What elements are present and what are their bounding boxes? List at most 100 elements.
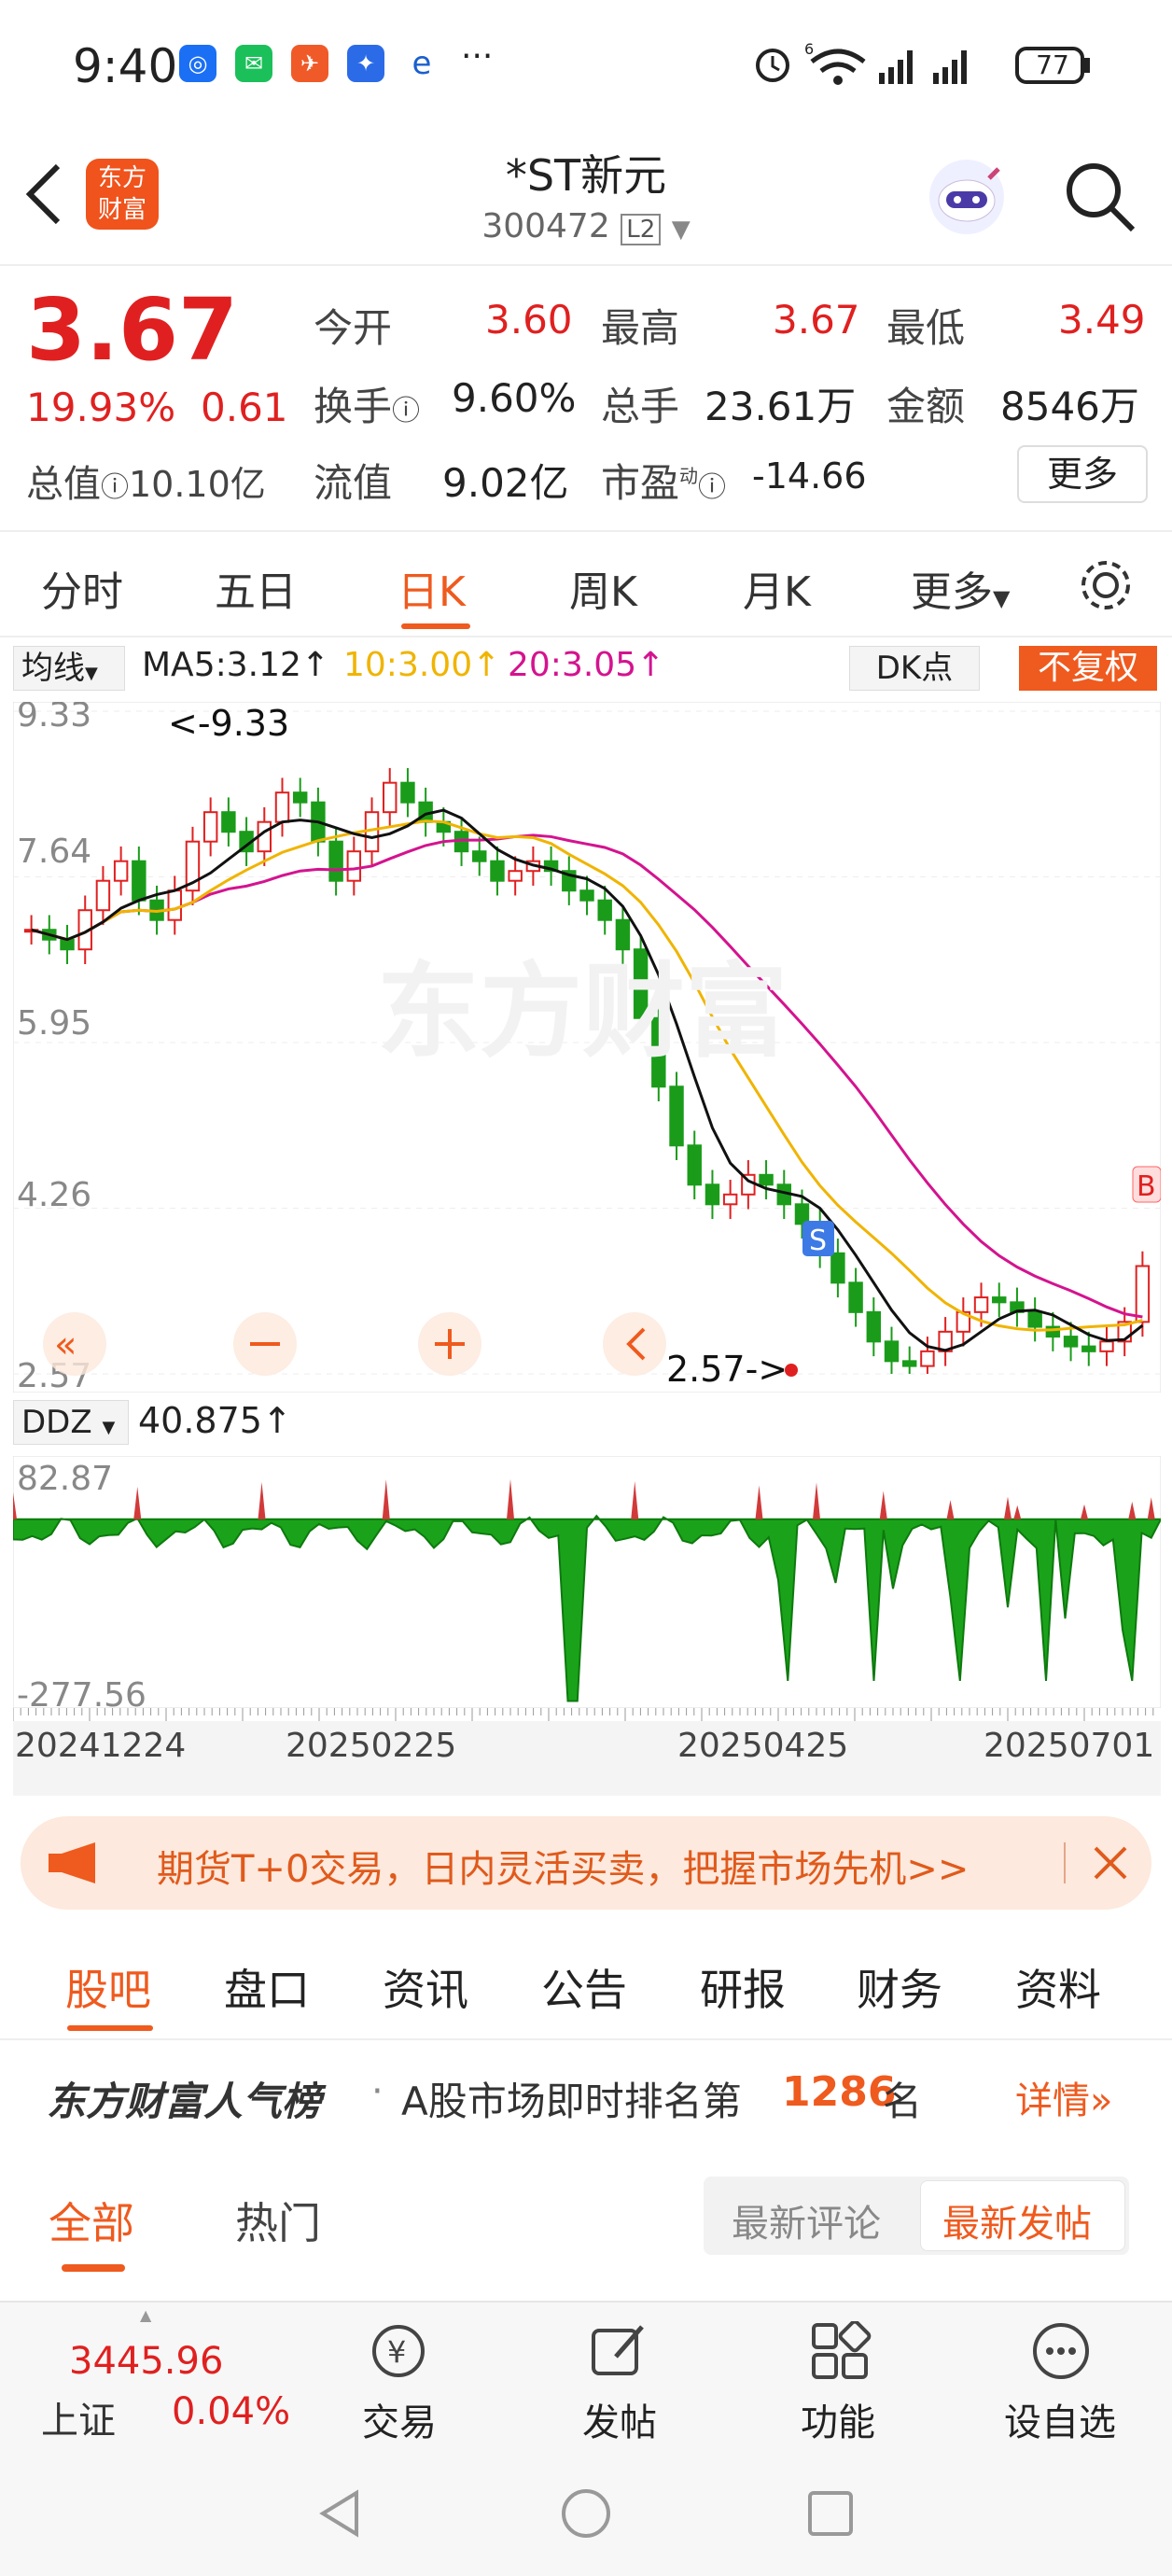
function-label[interactable]: 功能 (801, 2392, 875, 2446)
add-watchlist-icon[interactable] (1028, 2321, 1094, 2381)
sub-indicator-select[interactable]: DDZ ▼ (13, 1400, 129, 1445)
date-axis: 20241224 20250225 20250425 20250701 (13, 1721, 1161, 1796)
candle (328, 840, 343, 882)
trade-label[interactable]: 交易 (362, 2392, 437, 2446)
candle (490, 860, 505, 882)
tab-weekly-k[interactable]: 周K (569, 558, 637, 618)
tab-daily-k[interactable]: 日K (398, 558, 466, 618)
tab-profile[interactable]: 资料 (1015, 1956, 1101, 2018)
pe-label: 市盈动ⓘ (601, 460, 727, 506)
post-label[interactable]: 发帖 (582, 2392, 657, 2446)
tab-more[interactable]: 更多▼ (911, 558, 1010, 618)
watchlist-label[interactable]: 设自选 (1004, 2392, 1116, 2446)
index-value[interactable]: 3445.96 (69, 2340, 223, 2383)
feed-tab-all[interactable]: 全部 (49, 2190, 134, 2251)
search-icon[interactable] (1062, 159, 1138, 235)
max-annotation: <-9.33 (168, 703, 289, 744)
post-icon[interactable] (588, 2321, 653, 2381)
ddz-chart[interactable]: 82.87 -277.56 (13, 1456, 1161, 1708)
tab-monthly-k[interactable]: 月K (743, 558, 811, 618)
index-pct[interactable]: 0.04% (172, 2390, 290, 2433)
last-price: 3.67 (26, 280, 238, 380)
index-name[interactable]: 上证 (41, 2390, 116, 2444)
tab-news[interactable]: 资讯 (383, 1956, 468, 2018)
tab-guba[interactable]: 股吧 (65, 1956, 151, 2018)
low-label: 最低 (886, 305, 966, 351)
ddz-value: 40.875↑ (138, 1400, 292, 1441)
candle (759, 1173, 774, 1186)
settings-gear-icon[interactable] (1077, 556, 1135, 614)
trade-icon[interactable]: ¥ (366, 2321, 431, 2381)
high-label: 最高 (601, 305, 680, 351)
watermark: 东方财富 (377, 952, 788, 1071)
candle (866, 1310, 882, 1343)
feed-tab-hot[interactable]: 热门 (235, 2190, 321, 2251)
battery-level: 77 (1036, 49, 1069, 80)
tab-pankou[interactable]: 盘口 (224, 1956, 310, 2018)
open-label: 今开 (314, 305, 393, 351)
rank-detail-link[interactable]: 详情» (1015, 2070, 1112, 2124)
period-tabs: 分时 五日 日K 周K 月K 更多▼ (0, 530, 1172, 637)
turnover-label: 换手ⓘ (314, 384, 421, 429)
min-annotation: 2.57-> (666, 1349, 788, 1390)
system-nav-bar (0, 2448, 1172, 2576)
app-screen: { "status_bar":{"time":"9:40","battery":… (0, 0, 1172, 2576)
sort-latest-comment[interactable]: 最新评论 (732, 2193, 881, 2247)
candle (508, 870, 523, 882)
low-value: 3.49 (1058, 297, 1146, 343)
candle (1081, 1345, 1096, 1352)
status-bar: 9:40 ◎ ✉ ✈ ✦ e ··· 6 77 (0, 0, 1172, 131)
candle (597, 899, 612, 921)
sort-latest-post[interactable]: 最新发帖 (942, 2193, 1092, 2247)
zoom-out-icon (233, 1312, 297, 1376)
candle (722, 1193, 738, 1206)
nav-back-icon[interactable] (314, 2485, 370, 2541)
market-cap-label: 总值ⓘ10.10亿 (26, 463, 266, 506)
megaphone-icon (49, 1842, 95, 1883)
tab-announcements[interactable]: 公告 (541, 1956, 627, 2018)
candle (400, 781, 415, 804)
ddz-top-label: 82.87 (17, 1460, 113, 1498)
tab-intraday[interactable]: 分时 (41, 558, 123, 618)
candle (1099, 1340, 1114, 1352)
adjust-mode-button[interactable]: 不复权 (1019, 646, 1157, 691)
date-label-2: 20250225 (286, 1727, 457, 1765)
function-grid-icon[interactable] (808, 2321, 873, 2381)
tab-research[interactable]: 研报 (700, 1956, 786, 2018)
section-tab-indicator (67, 2025, 153, 2031)
fast-back-icon: « (43, 1312, 106, 1376)
close-icon[interactable] (1092, 1844, 1129, 1882)
ma-indicator-select[interactable]: 均线▼ (13, 646, 125, 691)
feed-sort-toggle: 最新评论 最新发帖 (704, 2177, 1129, 2255)
y-label-top: 9.33 (17, 702, 91, 735)
candle (95, 879, 111, 912)
date-label-3: 20250425 (677, 1727, 849, 1765)
robot-assistant-icon[interactable] (924, 154, 1010, 240)
more-quote-button[interactable]: 更多 (1017, 445, 1148, 503)
candle (1135, 1265, 1151, 1323)
nav-home-icon[interactable] (558, 2485, 614, 2541)
candle (1063, 1336, 1079, 1348)
dk-point-button[interactable]: DK点 (849, 646, 980, 691)
y-label-2: 7.64 (17, 833, 91, 871)
futures-banner[interactable]: 期货T+0交易，日内灵活买卖，把握市场先机>> (21, 1816, 1151, 1910)
more-dots-icon: ··· (461, 37, 494, 76)
candle (132, 860, 146, 902)
tab-finance[interactable]: 财务 (857, 1956, 942, 2018)
y-label-3: 5.95 (17, 1004, 91, 1043)
change-pct: 19.93% (26, 385, 176, 430)
wifi-icon (810, 49, 866, 85)
candle (920, 1350, 935, 1367)
chevron-down-icon: ▼ (671, 216, 691, 244)
candlestick-chart[interactable]: 东方财富 9.33 7.64 5.95 4.26 2.57 <-9.33 2.5… (13, 702, 1161, 1393)
popularity-rank[interactable]: 东方财富人气榜 · A股市场即时排名第 1286 名 详情» (0, 2044, 1172, 2147)
tab-five-day[interactable]: 五日 (215, 558, 297, 618)
candle (687, 1144, 702, 1186)
rank-number: 1286 (782, 2068, 897, 2116)
amount-value: 8546万 (1000, 384, 1139, 429)
tab-indicator (401, 623, 470, 629)
nav-recent-icon[interactable] (802, 2485, 858, 2541)
double-chevron-icon: » (1090, 2079, 1113, 2122)
section-tabs: 股吧 盘口 资讯 公告 研报 财务 资料 (0, 1932, 1172, 2040)
open-value: 3.60 (485, 297, 573, 343)
